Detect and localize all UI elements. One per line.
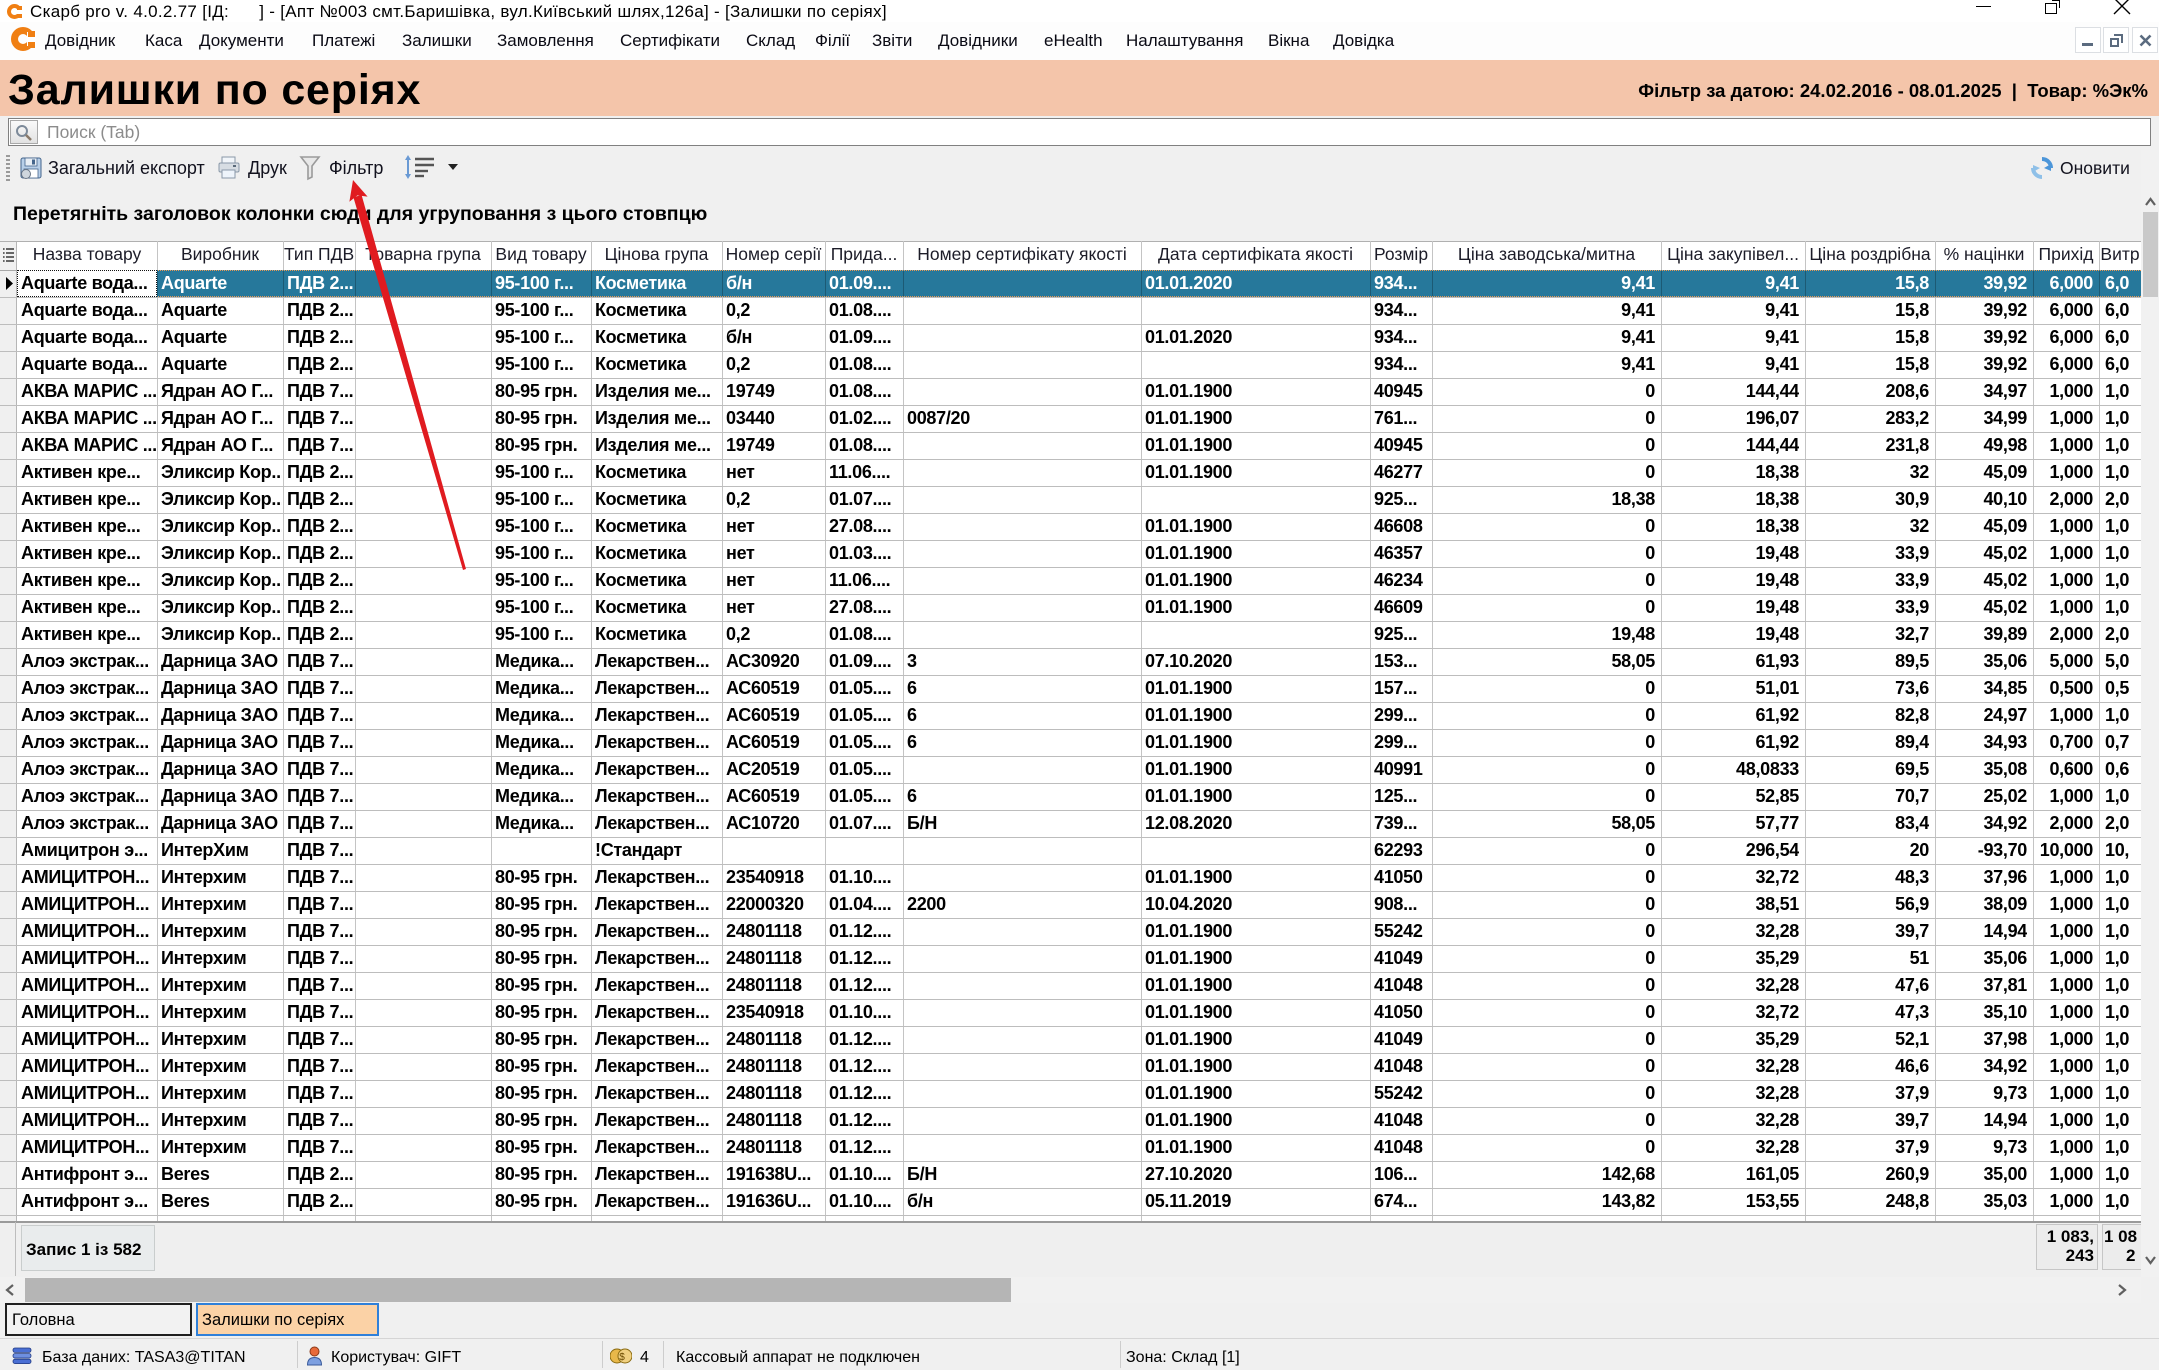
svg-text:$: $ bbox=[619, 1352, 625, 1363]
